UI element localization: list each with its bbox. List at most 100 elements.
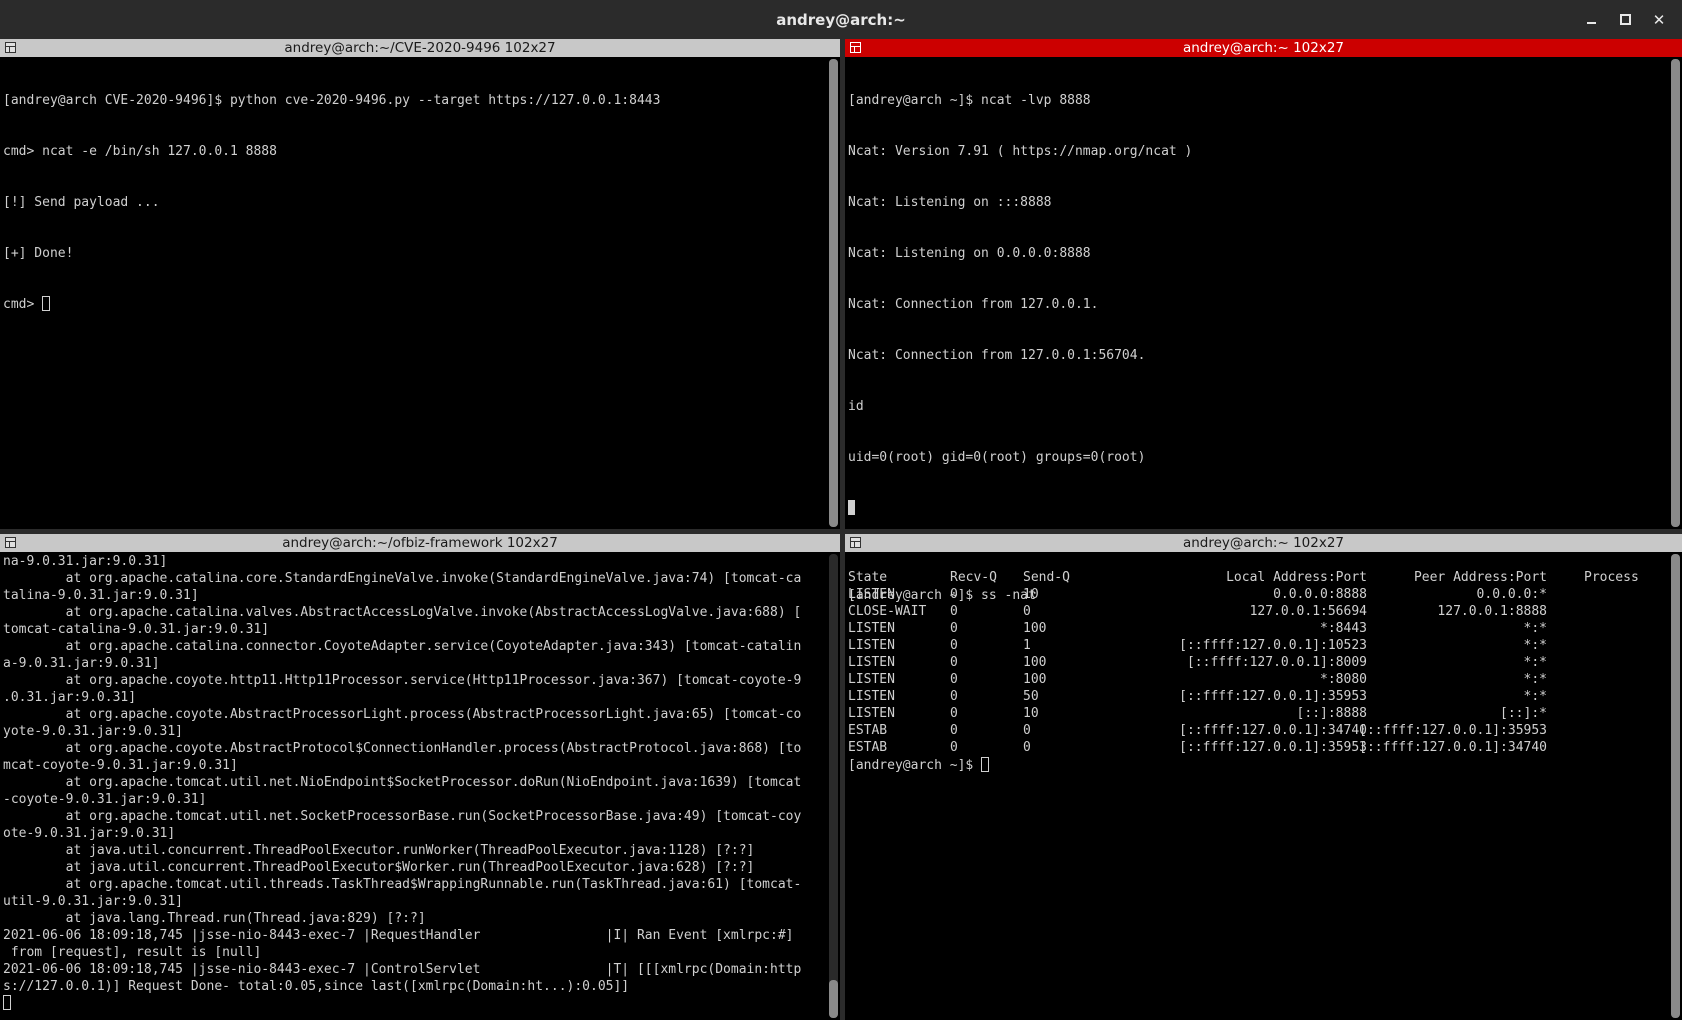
column-header: Recv-Q (950, 570, 997, 585)
table-cell: ESTAB (848, 723, 888, 738)
maximize-icon (1619, 14, 1631, 25)
table-cell: 0 (950, 587, 958, 602)
table-cell: [::ffff:127.0.0.1]:35953 (1179, 689, 1367, 704)
terminal-line: at org.apache.tomcat.util.net.SocketProc… (3, 809, 802, 824)
pane-title: andrey@arch:~ 102x27 (1182, 40, 1345, 56)
table-cell: *:* (1523, 672, 1547, 687)
terminal-pane-top-right[interactable]: andrey@arch:~ 102x27 [andrey@arch ~]$ nc… (845, 39, 1682, 529)
table-cell: 127.0.0.1:56694 (1249, 604, 1367, 619)
pane-header[interactable]: andrey@arch:~/CVE-2020-9496 102x27 (0, 39, 840, 57)
table-cell: 100 (1023, 655, 1047, 670)
scrollbar-thumb[interactable] (829, 59, 838, 527)
terminal-prompt-line[interactable] (3, 995, 825, 1012)
column-header: Peer Address:Port (1413, 570, 1547, 585)
terminal-line: Ncat: Listening on 0.0.0.0:8888 (848, 246, 1091, 261)
column-header: State (848, 570, 888, 585)
pane-header[interactable]: andrey@arch:~/ofbiz-framework 102x27 (0, 534, 840, 552)
close-button[interactable]: ✕ (1642, 0, 1676, 39)
table-cell: 0 (950, 655, 958, 670)
close-icon: ✕ (1652, 10, 1666, 29)
terminal-line: at java.util.concurrent.ThreadPoolExecut… (3, 860, 755, 875)
table-cell: LISTEN (848, 638, 895, 653)
scrollbar[interactable] (1671, 554, 1680, 1018)
terminal-line: at org.apache.catalina.core.StandardEngi… (3, 571, 802, 586)
terminal-menu-icon[interactable] (850, 537, 861, 548)
scrollbar-thumb[interactable] (1671, 59, 1680, 527)
pane-title: andrey@arch:~/CVE-2020-9496 102x27 (284, 40, 556, 56)
column-header: Process (1584, 570, 1639, 585)
terminal-menu-icon[interactable] (5, 537, 16, 548)
terminal-menu-icon[interactable] (850, 42, 861, 53)
table-cell: 0 (1023, 740, 1031, 755)
table-cell: LISTEN (848, 706, 895, 721)
terminal-line: 2021-06-06 18:09:18,745 |jsse-nio-8443-e… (3, 962, 802, 977)
table-cell: 10 (1023, 706, 1039, 721)
text-cursor (848, 500, 855, 515)
table-cell: *:8080 (1320, 672, 1367, 687)
terminal-line: from [request], result is [null] (3, 945, 262, 960)
table-cell: LISTEN (848, 587, 895, 602)
text-cursor (981, 757, 990, 772)
terminal-output[interactable]: na-9.0.31.jar:9.0.31] at org.apache.cata… (3, 553, 825, 1020)
terminal-prompt-line[interactable] (848, 500, 1667, 517)
pane-divider-horizontal[interactable] (0, 529, 1682, 534)
terminal-line: -coyote-9.0.31.jar:9.0.31] (3, 792, 207, 807)
scrollbar[interactable] (829, 554, 838, 1018)
terminal-line: ote-9.0.31.jar:9.0.31] (3, 826, 176, 841)
table-row: LISTEN 0 10 0.0.0.0:8888 0.0.0.0:* (848, 587, 1667, 604)
terminal-line: at java.util.concurrent.ThreadPoolExecut… (3, 843, 755, 858)
table-cell: [::]:* (1500, 706, 1547, 721)
table-cell: [::ffff:127.0.0.1]:35953 (1359, 723, 1547, 738)
terminal-pane-bottom-left[interactable]: andrey@arch:~/ofbiz-framework 102x27 na-… (0, 534, 840, 1020)
terminal-line: .0.31.jar:9.0.31] (3, 690, 137, 705)
terminal-menu-icon[interactable] (5, 42, 16, 53)
terminal-line: s://127.0.0.1)] Request Done- total:0.05… (3, 979, 630, 994)
terminal-line: at org.apache.tomcat.util.threads.TaskTh… (3, 877, 802, 892)
window-titlebar[interactable]: andrey@arch:~ ✕ (0, 0, 1682, 39)
scrollbar-thumb[interactable] (1671, 554, 1680, 1018)
pane-title: andrey@arch:~/ofbiz-framework 102x27 (282, 535, 558, 551)
table-cell: 100 (1023, 621, 1047, 636)
table-row: LISTEN 0 100 *:8080 *:* (848, 672, 1667, 689)
terminal-line: 2021-06-06 18:09:18,745 |jsse-nio-8443-e… (3, 928, 794, 943)
maximize-button[interactable] (1608, 0, 1642, 39)
minimize-button[interactable] (1574, 0, 1608, 39)
prompt-text: [andrey@arch ~]$ (848, 758, 982, 773)
pane-header-active[interactable]: andrey@arch:~ 102x27 (845, 39, 1682, 57)
window-controls: ✕ (1574, 0, 1676, 39)
table-cell: 1 (1023, 638, 1031, 653)
table-cell: [::]:8888 (1296, 706, 1367, 721)
table-row: LISTEN 0 50 [::ffff:127.0.0.1]:35953 *:* (848, 689, 1667, 706)
table-cell: 10 (1023, 587, 1039, 602)
terminal-pane-bottom-right[interactable]: andrey@arch:~ 102x27 [andrey@arch ~]$ ss… (845, 534, 1682, 1020)
table-cell: *:* (1523, 621, 1547, 636)
table-cell: [::ffff:127.0.0.1]:35953 (1179, 740, 1367, 755)
table-cell: 0 (950, 706, 958, 721)
terminal-line: at org.apache.coyote.http11.Http11Proces… (3, 673, 802, 688)
table-cell: 0 (950, 723, 958, 738)
table-cell: [::ffff:127.0.0.1]:10523 (1179, 638, 1367, 653)
terminal-line: na-9.0.31.jar:9.0.31] (3, 554, 168, 569)
terminal-output[interactable]: [andrey@arch CVE-2020-9496]$ python cve-… (3, 58, 825, 529)
table-cell: LISTEN (848, 621, 895, 636)
terminal-line: tomcat-catalina-9.0.31.jar:9.0.31] (3, 622, 270, 637)
scrollbar[interactable] (1671, 59, 1680, 527)
terminal-prompt-line[interactable]: [andrey@arch ~]$ (848, 757, 1667, 774)
table-row: LISTEN 0 100 [::ffff:127.0.0.1]:8009 *:* (848, 655, 1667, 672)
terminal-output[interactable]: [andrey@arch ~]$ ncat -lvp 8888 Ncat: Ve… (848, 58, 1667, 529)
terminal-pane-top-left[interactable]: andrey@arch:~/CVE-2020-9496 102x27 [andr… (0, 39, 840, 529)
terminal-prompt-line[interactable]: cmd> (3, 296, 825, 313)
table-cell: *:* (1523, 689, 1547, 704)
table-cell: 100 (1023, 672, 1047, 687)
scrollbar[interactable] (829, 59, 838, 527)
table-cell: 0.0.0.0:8888 (1273, 587, 1367, 602)
terminal-line: at org.apache.coyote.AbstractProtocol$Co… (3, 741, 802, 756)
pane-header[interactable]: andrey@arch:~ 102x27 (845, 534, 1682, 552)
terminal-line: Ncat: Listening on :::8888 (848, 195, 1052, 210)
table-cell: 0 (950, 740, 958, 755)
scrollbar-thumb[interactable] (829, 980, 838, 1018)
terminal-line: util-9.0.31.jar:9.0.31] (3, 894, 184, 909)
table-cell: *:8443 (1320, 621, 1367, 636)
terminal-line: yote-9.0.31.jar:9.0.31] (3, 724, 184, 739)
table-row: LISTEN 0 1 [::ffff:127.0.0.1]:10523 *:* (848, 638, 1667, 655)
